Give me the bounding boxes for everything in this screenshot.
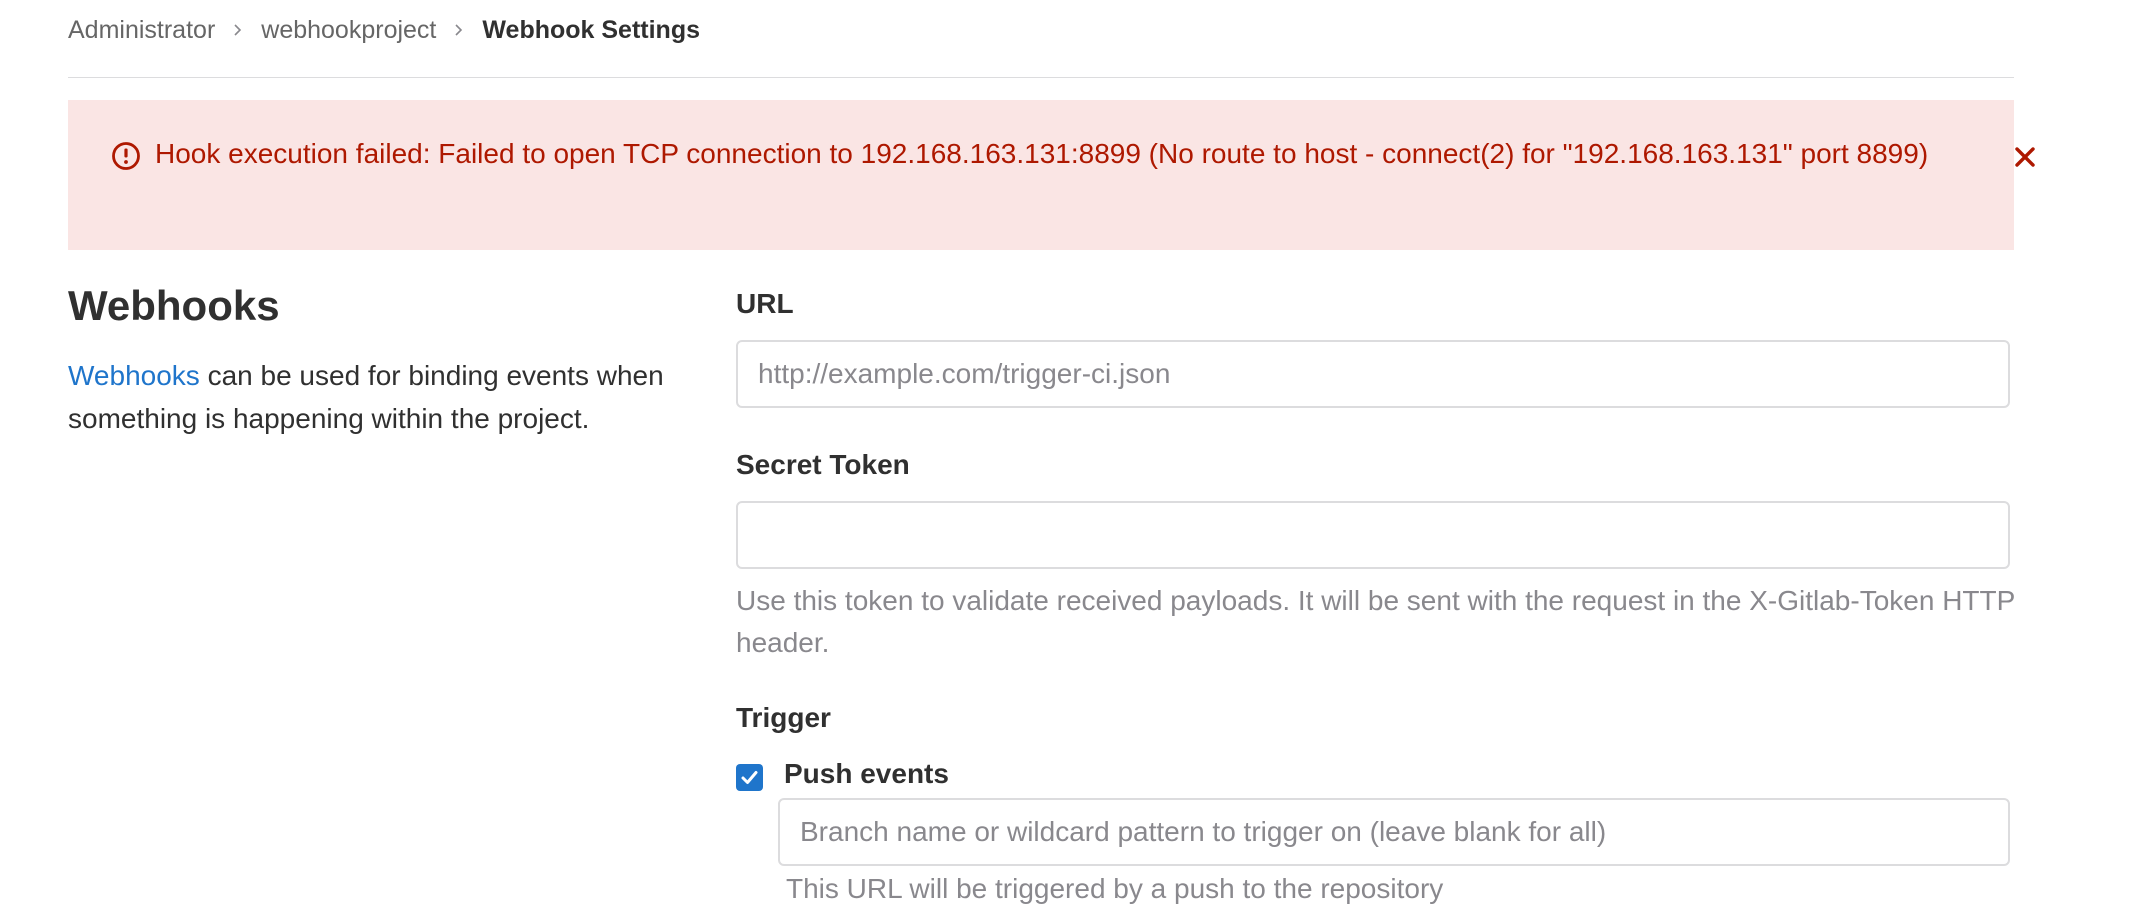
breadcrumb-item-project[interactable]: webhookproject	[261, 16, 436, 45]
header-divider	[68, 77, 2014, 78]
section-title: Webhooks	[68, 282, 280, 329]
breadcrumb-item-administrator[interactable]: Administrator	[68, 16, 215, 45]
branch-filter-input[interactable]	[778, 798, 2010, 866]
breadcrumb: Administrator webhookproject Webhook Set…	[68, 12, 700, 48]
close-icon[interactable]	[2010, 142, 2040, 172]
secret-token-label: Secret Token	[736, 449, 910, 480]
webhooks-docs-link[interactable]: Webhooks	[68, 360, 200, 391]
chevron-right-icon	[451, 22, 467, 38]
secret-token-input[interactable]	[736, 501, 2010, 569]
push-events-checkbox[interactable]	[736, 764, 763, 791]
section-description: Webhooks can be used for binding events …	[68, 354, 668, 440]
url-label: URL	[736, 288, 794, 319]
checkmark-icon	[741, 771, 758, 784]
url-input[interactable]	[736, 340, 2010, 408]
error-alert: Hook execution failed: Failed to open TC…	[68, 100, 2035, 250]
trigger-label: Trigger	[736, 702, 831, 733]
push-events-help: This URL will be triggered by a push to …	[786, 873, 1444, 904]
chevron-right-icon	[230, 22, 246, 38]
alert-message: Hook execution failed: Failed to open TC…	[155, 138, 1929, 169]
push-events-label[interactable]: Push events	[784, 758, 949, 790]
breadcrumb-current[interactable]: Webhook Settings	[482, 16, 700, 45]
secret-token-help: Use this token to validate received payl…	[736, 585, 2015, 658]
page: Administrator webhookproject Webhook Set…	[0, 0, 2146, 920]
